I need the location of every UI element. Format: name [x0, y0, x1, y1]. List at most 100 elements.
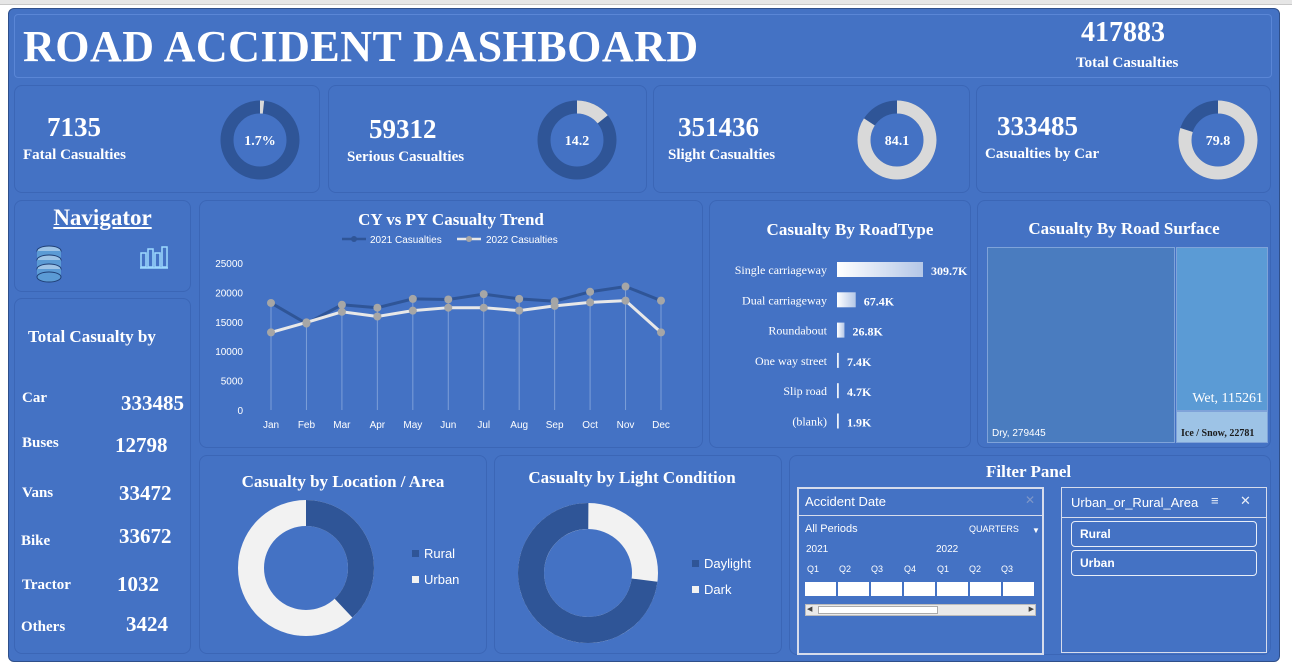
- x-tick-label: Jul: [477, 420, 490, 431]
- data-point: [408, 306, 417, 315]
- vehicle-label-others: Others: [21, 619, 66, 635]
- x-tick-label: Feb: [298, 420, 316, 431]
- database-icon[interactable]: [35, 245, 63, 283]
- treemap-tile-dry: Dry, 279445: [987, 247, 1175, 443]
- kpi-value: 7135: [47, 112, 101, 142]
- data-point: [621, 296, 630, 305]
- kpi-donut: 79.8: [1178, 100, 1258, 180]
- multi-select-icon[interactable]: ≡: [1211, 493, 1219, 508]
- chevron-down-icon[interactable]: ▼: [1032, 526, 1040, 535]
- legend-swatch-urban: [412, 576, 419, 583]
- vehicle-value-others: 3424: [126, 612, 168, 636]
- light-chart-panel: Casualty by Light Condition Daylight Dar…: [494, 455, 782, 654]
- timeline-quarter[interactable]: Q1: [937, 564, 949, 574]
- chart-legend: 2021 Casualties 2022 Casualties: [342, 235, 558, 246]
- vehicle-panel-title: Total Casualty by: [28, 327, 156, 346]
- vehicle-label-car: Car: [22, 390, 47, 406]
- legend-swatch-dark: [692, 586, 699, 593]
- legend-series-2021: 2021 Casualties: [370, 235, 442, 246]
- clear-filter-icon[interactable]: ✕: [1025, 493, 1035, 507]
- timeline-quarter[interactable]: Q1: [807, 564, 819, 574]
- trend-chart-panel: CY vs PY Casualty Trend 2021 Casualties …: [199, 200, 703, 448]
- data-point: [479, 303, 488, 312]
- series-line-2022: [270, 299, 663, 334]
- vehicle-label-buses: Buses: [22, 435, 59, 451]
- chart-title: Casualty by Light Condition: [528, 468, 736, 487]
- series-line-2021: [270, 284, 662, 326]
- vehicle-label-bike: Bike: [21, 533, 51, 549]
- surface-chart-panel: Casualty By Road Surface Dry, 279445 Wet…: [977, 200, 1271, 448]
- legend-label-daylight: Daylight: [704, 556, 751, 571]
- timeline-year-2022: 2022: [936, 544, 959, 555]
- timeline-quarter[interactable]: Q4: [904, 564, 916, 574]
- kpi-label: Casualties by Car: [985, 146, 1100, 162]
- top-strip: [0, 0, 1292, 5]
- chart-title: Casualty by Location / Area: [241, 472, 445, 491]
- x-tick-label: Sep: [546, 420, 564, 431]
- roadtype-chart-panel: Casualty By RoadType Single carriageway 3…: [709, 200, 971, 448]
- bar-category-label: (blank): [792, 415, 827, 429]
- data-point: [515, 294, 524, 303]
- slicer-header: Urban_or_Rural_Area ≡ ✕: [1062, 488, 1266, 518]
- legend-swatch-daylight: [692, 560, 699, 567]
- data-point: [408, 294, 417, 303]
- kpi-card-slight: 351436 Slight Casualties 84.1: [653, 85, 970, 193]
- chart-icon[interactable]: [139, 241, 169, 271]
- bar-category-label: Dual carriageway: [742, 293, 827, 307]
- scrollbar-thumb[interactable]: [818, 606, 938, 614]
- bar-value-label: 7.4K: [847, 355, 872, 369]
- x-tick-label: Jun: [440, 420, 456, 431]
- y-tick-label: 25000: [215, 259, 243, 270]
- chart-title: Casualty By Road Surface: [1028, 219, 1220, 238]
- timeline-quarter[interactable]: Q2: [839, 564, 851, 574]
- data-point: [267, 328, 275, 337]
- legend-label-rural: Rural: [424, 546, 456, 561]
- vehicle-value-buses: 12798: [115, 433, 168, 457]
- location-donut: [238, 500, 374, 636]
- bar-value-label: 4.7K: [847, 385, 872, 399]
- navigator-panel: Navigator: [14, 200, 191, 292]
- timeline-quarter[interactable]: Q3: [871, 564, 883, 574]
- dashboard-title: ROAD ACCIDENT DASHBOARD: [23, 22, 699, 71]
- data-point: [337, 300, 346, 309]
- kpi-value: 351436: [678, 112, 759, 142]
- bar-category-label: Roundabout: [768, 324, 827, 338]
- scroll-right-icon[interactable]: ▶: [1029, 605, 1034, 613]
- x-tick-label: Jan: [263, 420, 279, 431]
- kpi-donut: 14.2: [537, 100, 617, 180]
- timeline-granularity[interactable]: QUARTERS: [969, 524, 1019, 534]
- location-chart-panel: Casualty by Location / Area Rural Urban: [199, 455, 487, 654]
- timeline-slicer[interactable]: Accident Date ✕ All Periods QUARTERS ▼ 2…: [797, 487, 1044, 655]
- kpi-value: 59312: [369, 114, 437, 144]
- clear-filter-icon[interactable]: ✕: [1240, 493, 1251, 509]
- slicer-item-urban[interactable]: Urban: [1071, 550, 1257, 576]
- data-point: [515, 306, 524, 315]
- chart-title: Casualty By RoadType: [767, 220, 934, 239]
- treemap-label-wet: Wet, 115261: [1192, 391, 1263, 406]
- data-point: [657, 296, 665, 305]
- bar: [837, 383, 839, 399]
- vehicle-panel: Total Casualty by Car 333485 Buses 12798…: [14, 298, 191, 654]
- x-tick-label: Aug: [510, 420, 528, 431]
- bar-value-label: 309.7K: [931, 264, 968, 278]
- bar-category-label: Slip road: [783, 384, 827, 398]
- timeline-scrollbar[interactable]: ◀ ▶: [805, 604, 1036, 616]
- kpi-donut-label: 14.2: [565, 134, 590, 149]
- y-tick-label: 20000: [215, 288, 243, 299]
- trend-chart: CY vs PY Casualty Trend 2021 Casualties …: [215, 210, 670, 431]
- y-tick-label: 10000: [215, 347, 243, 358]
- bar-category-label: One way street: [755, 354, 828, 368]
- timeline-quarter[interactable]: Q3: [1001, 564, 1013, 574]
- y-tick-label: 15000: [215, 318, 243, 329]
- kpi-card-fatal: 7135 Fatal Casualties 1.7%: [14, 85, 320, 193]
- data-point: [267, 298, 275, 307]
- slicer-item-rural[interactable]: Rural: [1071, 521, 1257, 547]
- timeline-quarter[interactable]: Q2: [969, 564, 981, 574]
- navigator-title: Navigator: [53, 205, 152, 230]
- data-point: [337, 307, 346, 316]
- timeline-bar[interactable]: [805, 582, 1036, 596]
- area-slicer[interactable]: Urban_or_Rural_Area ≡ ✕ Rural Urban: [1061, 487, 1267, 653]
- vehicle-value-bike: 33672: [119, 524, 172, 548]
- scroll-left-icon[interactable]: ◀: [807, 605, 812, 613]
- legend-swatch-rural: [412, 550, 419, 557]
